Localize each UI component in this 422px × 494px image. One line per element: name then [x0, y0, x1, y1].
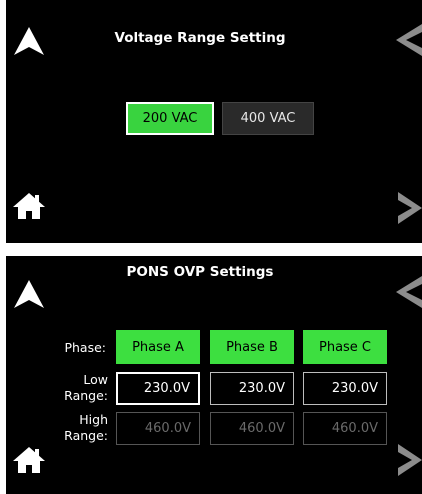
high-range-phase-a-field: 460.0V [116, 412, 200, 445]
low-range-phase-a-field[interactable]: 230.0V [116, 372, 200, 405]
low-range-label-line2: Range: [64, 388, 108, 403]
voltage-range-panel: Voltage Range Setting 200 VAC 400 VAC [6, 0, 422, 243]
low-range-label-line1: Low [83, 372, 108, 387]
right-chevron-icon[interactable] [398, 192, 422, 224]
phase-row-label: Phase: [64, 340, 106, 355]
up-arrow-icon[interactable] [12, 278, 46, 310]
phase-a-button[interactable]: Phase A [116, 330, 200, 364]
phase-b-button[interactable]: Phase B [210, 330, 294, 364]
low-range-phase-c-field[interactable]: 230.0V [303, 372, 387, 405]
phase-c-button[interactable]: Phase C [303, 330, 387, 364]
left-chevron-icon[interactable] [396, 24, 422, 56]
right-chevron-icon[interactable] [398, 444, 422, 476]
high-range-phase-c-field: 460.0V [303, 412, 387, 445]
high-range-label-line2: Range: [64, 428, 108, 443]
low-range-phase-b-field[interactable]: 230.0V [210, 372, 294, 405]
400-vac-button[interactable]: 400 VAC [222, 102, 314, 135]
high-range-label-line1: High [79, 412, 108, 427]
low-range-label: Low Range: [54, 372, 108, 404]
ovp-settings-title: PONS OVP Settings [126, 264, 274, 280]
left-chevron-icon[interactable] [396, 276, 422, 308]
high-range-phase-b-field: 460.0V [210, 412, 294, 445]
home-icon[interactable] [12, 192, 46, 220]
ovp-settings-panel: PONS OVP Settings Phase: Phase A Phase B… [6, 256, 422, 494]
home-icon[interactable] [12, 446, 46, 474]
200-vac-button[interactable]: 200 VAC [126, 102, 214, 135]
voltage-range-title: Voltage Range Setting [114, 30, 286, 46]
up-arrow-icon[interactable] [12, 25, 46, 57]
high-range-label: High Range: [54, 412, 108, 444]
